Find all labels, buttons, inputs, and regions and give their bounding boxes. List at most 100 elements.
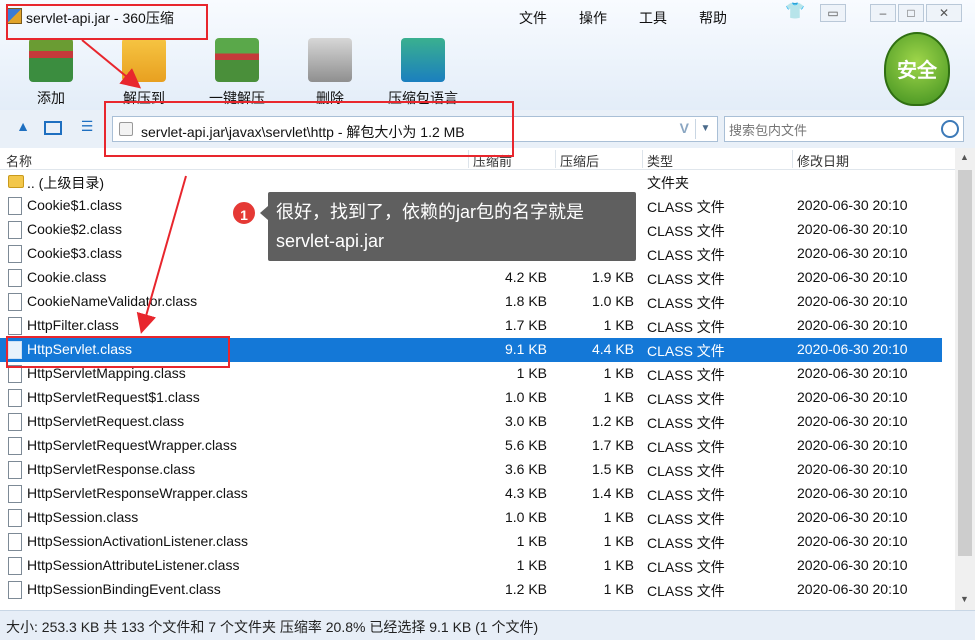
file-size-before: 4.3 KB (504, 485, 547, 501)
verify-icon[interactable]: V (680, 120, 689, 136)
file-name: .. (上级目录) (27, 175, 104, 191)
search-input[interactable] (729, 119, 929, 141)
search-box[interactable] (724, 116, 964, 142)
one-click-extract-button[interactable]: 一键解压 (197, 38, 277, 108)
file-type: CLASS 文件 (647, 247, 725, 263)
extract-to-button[interactable]: 解压到 (104, 38, 184, 108)
table-row[interactable]: HttpServletRequest.class 3.0 KB 1.2 KB CLAS… (0, 410, 942, 434)
annotation-tooltip: 很好，找到了，依赖的jar包的名字就是servlet-api.jar (268, 192, 636, 261)
column-date[interactable]: 修改日期 (797, 151, 849, 170)
parent-folder-row[interactable]: .. (上级目录) 文件夹 (0, 170, 942, 194)
class-file-icon (8, 221, 22, 239)
class-file-icon (8, 437, 22, 455)
file-date: 2020-06-30 20:10 (797, 461, 908, 477)
file-size-before: 5.6 KB (504, 437, 547, 453)
file-size-after: 1.9 KB (591, 269, 634, 285)
annotation-badge: 1 (231, 200, 257, 226)
file-date: 2020-06-30 20:10 (797, 365, 908, 381)
title-highlight-box (6, 4, 208, 40)
vertical-scrollbar[interactable]: ▲ ▼ (955, 148, 975, 610)
file-size-after: 1.5 KB (591, 461, 634, 477)
file-date: 2020-06-30 20:10 (797, 581, 908, 597)
file-type: CLASS 文件 (647, 439, 725, 455)
file-date: 2020-06-30 20:10 (797, 557, 908, 573)
file-name: HttpSessionAttributeListener.class (27, 557, 240, 573)
file-size-after: 1 KB (603, 557, 634, 573)
file-date: 2020-06-30 20:10 (797, 221, 908, 237)
file-size-after: 1 KB (603, 509, 634, 525)
menu-help[interactable]: 帮助 (699, 8, 727, 28)
table-row[interactable]: HttpServletRequestWrapper.class 5.6 KB 1.7… (0, 434, 942, 458)
class-file-icon (8, 389, 22, 407)
address-highlight-box (104, 101, 514, 157)
file-date: 2020-06-30 20:10 (797, 269, 908, 285)
file-size-after: 1.7 KB (591, 437, 634, 453)
file-name: HttpFilter.class (27, 317, 119, 333)
file-size-before: 1.0 KB (504, 509, 547, 525)
class-file-icon (8, 269, 22, 287)
file-date: 2020-06-30 20:10 (797, 245, 908, 261)
class-file-icon (8, 317, 22, 335)
file-size-after: 1 KB (603, 389, 634, 405)
menu-tools[interactable]: 工具 (639, 8, 667, 28)
file-size-after: 1 KB (603, 533, 634, 549)
search-icon[interactable] (941, 120, 959, 138)
file-name: HttpSessionActivationListener.class (27, 533, 248, 549)
delete-button[interactable]: 删除 (290, 38, 370, 108)
file-name: HttpSessionBindingEvent.class (27, 581, 221, 597)
table-row[interactable]: HttpServletRequest$1.class 1.0 KB 1 KB CLAS… (0, 386, 942, 410)
column-name[interactable]: 名称 (6, 151, 32, 170)
file-type: CLASS 文件 (647, 535, 725, 551)
thumbnail-view-icon[interactable] (44, 121, 62, 135)
table-row[interactable]: Cookie.class 4.2 KB 1.9 KB CLASS 文件 2020-06-… (0, 266, 942, 290)
file-date: 2020-06-30 20:10 (797, 389, 908, 405)
skin-shirt-icon[interactable]: 👕 (782, 4, 808, 22)
menu-operate[interactable]: 操作 (579, 8, 607, 28)
table-row[interactable]: HttpSession.class 1.0 KB 1 KB CLASS 文件 2020-… (0, 506, 942, 530)
file-size-before: 1.2 KB (504, 581, 547, 597)
close-button[interactable]: ✕ (926, 4, 962, 22)
file-date: 2020-06-30 20:10 (797, 197, 908, 213)
file-name: HttpSession.class (27, 509, 139, 525)
minimize-button[interactable]: – (870, 4, 896, 22)
file-date: 2020-06-30 20:10 (797, 293, 908, 309)
table-row[interactable]: HttpSessionAttributeListener.class 1 KB 1 … (0, 554, 942, 578)
file-date: 2020-06-30 20:10 (797, 437, 908, 453)
class-file-icon (8, 197, 22, 215)
table-row[interactable]: HttpSessionBindingEvent.class 1.2 KB 1 KB C… (0, 578, 942, 602)
column-after[interactable]: 压缩后 (560, 151, 599, 170)
file-name: CookieNameValidator.class (27, 293, 198, 309)
file-size-after: 1.0 KB (591, 293, 634, 309)
file-type: CLASS 文件 (647, 463, 725, 479)
class-file-icon (8, 461, 22, 479)
file-date: 2020-06-30 20:10 (797, 509, 908, 525)
file-type: 文件夹 (647, 175, 689, 191)
table-row[interactable]: CookieNameValidator.class 1.8 KB 1.0 KB CLA… (0, 290, 942, 314)
security-shield-icon[interactable]: 安全 (884, 32, 950, 106)
file-name: HttpServletRequest$1.class (27, 389, 200, 405)
scroll-down-icon[interactable]: ▼ (960, 594, 969, 604)
list-view-icon[interactable]: ☰ (76, 118, 98, 138)
file-name: HttpServletRequest.class (27, 413, 185, 429)
add-button[interactable]: 添加 (11, 38, 91, 108)
file-size-before: 1 KB (516, 533, 547, 549)
table-row[interactable]: HttpFilter.class 1.7 KB 1 KB CLASS 文件 2020-0… (0, 314, 942, 338)
table-row[interactable]: HttpSessionActivationListener.class 1 KB 1… (0, 530, 942, 554)
up-arrow-icon[interactable]: ▲ (12, 118, 34, 138)
column-type[interactable]: 类型 (647, 151, 673, 170)
archive-language-button[interactable]: 压缩包语言 (383, 38, 463, 108)
file-size-after: 1 KB (603, 317, 634, 333)
class-file-icon (8, 581, 22, 599)
feedback-icon[interactable]: ▭ (820, 4, 846, 22)
chevron-down-icon[interactable]: ▼ (695, 119, 715, 139)
menu-file[interactable]: 文件 (519, 8, 547, 28)
table-row[interactable]: HttpServletResponse.class 3.6 KB 1.5 KB CLA… (0, 458, 942, 482)
scroll-up-icon[interactable]: ▲ (960, 152, 969, 162)
file-name: Cookie$2.class (27, 221, 122, 237)
selected-file-highlight-box (6, 336, 230, 368)
file-size-before: 1.7 KB (504, 317, 547, 333)
maximize-button[interactable]: □ (898, 4, 924, 22)
table-row[interactable]: HttpServletResponseWrapper.class 4.3 KB 1.… (0, 482, 942, 506)
scrollbar-thumb[interactable] (958, 170, 972, 556)
file-size-after: 1.2 KB (591, 413, 634, 429)
